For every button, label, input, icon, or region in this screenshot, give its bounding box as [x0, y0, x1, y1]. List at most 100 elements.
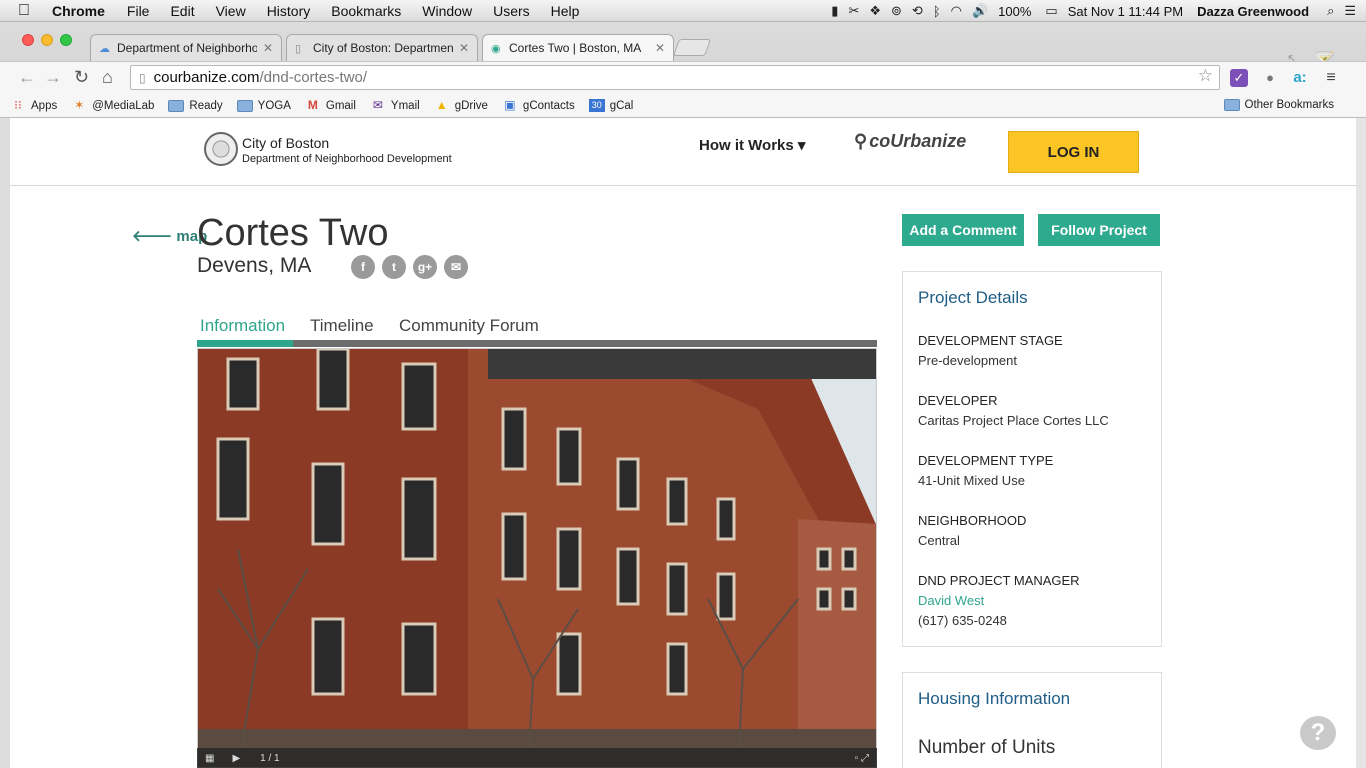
volume-icon[interactable]: 🔊 — [972, 3, 988, 19]
a-extension-icon[interactable]: a: — [1291, 69, 1309, 87]
bookmark-gcal[interactable]: 30 gCal — [588, 99, 634, 112]
bookmark-star-icon[interactable]: ☆ — [1198, 66, 1213, 86]
close-tab-icon[interactable]: ✕ — [263, 41, 273, 55]
bookmark-gdrive[interactable]: ▲ gDrive — [434, 99, 488, 112]
menu-users[interactable]: Users — [493, 3, 530, 19]
lock-icon[interactable]: ⊚ — [891, 3, 902, 19]
menu-view[interactable]: View — [216, 3, 246, 19]
menu-history[interactable]: History — [267, 3, 311, 19]
tab-label: City of Boston: Department — [313, 41, 453, 55]
department-name[interactable]: Department of Neighborhood Development — [242, 153, 452, 165]
close-tab-icon[interactable]: ✕ — [655, 41, 665, 55]
detail-label: DEVELOPMENT STAGE — [918, 333, 1063, 348]
notification-center-icon[interactable]: ☰ — [1344, 3, 1356, 19]
time-machine-icon[interactable]: ⟲ — [912, 3, 923, 19]
city-seal-logo[interactable] — [204, 132, 238, 166]
add-comment-button[interactable]: Add a Comment — [902, 214, 1024, 246]
menu-edit[interactable]: Edit — [170, 3, 194, 19]
bookmark-label: gCal — [609, 99, 634, 112]
google-plus-share-icon[interactable]: g+ — [413, 255, 437, 279]
bookmark-gcontacts[interactable]: ▣ gContacts — [502, 99, 575, 112]
dropbox-icon[interactable]: ❖ — [869, 3, 881, 19]
user-menu[interactable]: Dazza Greenwood — [1197, 4, 1309, 19]
home-icon[interactable]: ⌂ — [102, 67, 113, 88]
bookmark-label: gContacts — [522, 99, 575, 112]
bookmark-status-icon[interactable]: ▮ — [831, 3, 838, 19]
forward-arrow-icon[interactable]: → — [44, 67, 62, 88]
battery-percent: 100% — [998, 3, 1032, 19]
tab-community-forum[interactable]: Community Forum — [399, 316, 539, 336]
bookmark-apps[interactable]: ⁝⁝ Apps — [10, 99, 57, 112]
spotlight-search-icon[interactable]: ⌕ — [1327, 3, 1334, 19]
bluetooth-icon[interactable]: ᛒ — [933, 4, 941, 19]
tab-city-of-boston[interactable]: ▯ City of Boston: Department ✕ — [286, 34, 478, 61]
project-manager-link[interactable]: David West — [918, 593, 984, 608]
detail-value: Central — [918, 533, 960, 548]
bookmark-label: Apps — [31, 99, 58, 112]
reload-icon[interactable]: ↻ — [74, 67, 89, 88]
bookmark-ready[interactable]: Ready — [168, 99, 223, 112]
minimize-window-button[interactable] — [41, 34, 53, 46]
bookmark-medialab[interactable]: ✶ @MediaLab — [71, 99, 154, 112]
login-button[interactable]: LOG IN — [1008, 131, 1139, 173]
folder-icon — [168, 99, 185, 112]
tab-information[interactable]: Information — [200, 316, 285, 336]
scissors-icon[interactable]: ✂ — [848, 3, 859, 19]
battery-icon[interactable]: ▭ — [1045, 3, 1057, 19]
menu-help[interactable]: Help — [551, 3, 580, 19]
new-tab-button[interactable] — [672, 39, 712, 56]
facebook-share-icon[interactable]: f — [351, 255, 375, 279]
wifi-icon[interactable]: ◠ — [951, 3, 962, 19]
twitter-share-icon[interactable]: t — [382, 255, 406, 279]
url-path: /dnd-cortes-two/ — [259, 69, 368, 86]
bookmarks-bar: ⁝⁝ Apps ✶ @MediaLab Ready YOGA M Gmail ✉… — [0, 94, 1366, 118]
tab-timeline[interactable]: Timeline — [310, 316, 374, 336]
url-host: courbanize.com — [153, 69, 260, 86]
window-right-edge — [1356, 118, 1366, 768]
bookmark-other[interactable]: Other Bookmarks — [1223, 99, 1334, 111]
site-header: City of Boston Department of Neighborhoo… — [10, 118, 1356, 186]
close-tab-icon[interactable]: ✕ — [459, 41, 469, 55]
clock[interactable]: Sat Nov 1 11:44 PM — [1068, 4, 1183, 19]
tab-cortes-two[interactable]: ◉ Cortes Two | Boston, MA ✕ — [482, 34, 674, 61]
help-question-icon[interactable]: ? — [1300, 716, 1336, 750]
detail-label: DEVELOPMENT TYPE — [918, 453, 1054, 468]
city-name[interactable]: City of Boston — [242, 135, 329, 151]
how-it-works-dropdown[interactable]: How it Works ▾ — [699, 136, 805, 154]
grid-view-icon[interactable]: ▦ — [205, 753, 214, 764]
project-photo[interactable] — [197, 348, 877, 768]
bookmark-label: YOGA — [257, 99, 291, 112]
apple-menu-icon[interactable]:  — [18, 2, 36, 20]
zoom-window-button[interactable] — [60, 34, 72, 46]
email-share-icon[interactable]: ✉ — [444, 255, 468, 279]
map-pin-icon: ⚲ — [854, 131, 868, 151]
tab-department-of-neighborhood[interactable]: ☁ Department of Neighborho ✕ — [90, 34, 282, 61]
address-bar[interactable]: ▯ courbanize.com /dnd-cortes-two/ ☆ — [130, 65, 1220, 90]
tab-underline-bar — [197, 340, 877, 347]
bookmark-label: Other Bookmarks — [1244, 99, 1334, 111]
detail-label: NEIGHBORHOOD — [918, 513, 1027, 528]
left-arrow-icon: 🡐 — [132, 228, 177, 245]
folder-icon — [236, 99, 253, 112]
back-arrow-icon[interactable]: ← — [18, 67, 36, 88]
bookmark-ymail[interactable]: ✉ Ymail — [370, 99, 420, 112]
courbanize-logo[interactable]: ⚲ coUrbanize — [854, 131, 966, 152]
circle-extension-icon[interactable]: ● — [1261, 69, 1279, 87]
back-to-map-link[interactable]: 🡐 map — [132, 226, 207, 245]
bookmark-yoga[interactable]: YOGA — [236, 99, 291, 112]
gallery-count: 1 / 1 — [260, 752, 280, 764]
bookmark-gmail[interactable]: M Gmail — [305, 99, 356, 112]
fullscreen-icon[interactable]: ▫ ⤢ — [855, 753, 869, 764]
close-window-button[interactable] — [22, 34, 34, 46]
menu-bookmarks[interactable]: Bookmarks — [331, 3, 401, 19]
detail-label: DND PROJECT MANAGER — [918, 573, 1080, 588]
follow-project-button[interactable]: Follow Project — [1038, 214, 1160, 246]
browser-toolbar: ← → ↻ ⌂ ▯ courbanize.com /dnd-cortes-two… — [0, 61, 1366, 94]
menu-file[interactable]: File — [127, 3, 150, 19]
menu-chrome[interactable]: Chrome — [52, 3, 105, 19]
chrome-menu-icon[interactable]: ≡ — [1322, 69, 1340, 87]
play-icon[interactable]: ▶ — [232, 753, 240, 764]
menu-window[interactable]: Window — [422, 3, 472, 19]
project-location: Devens, MA — [197, 254, 312, 277]
checkmark-extension-icon[interactable]: ✓ — [1230, 69, 1248, 87]
